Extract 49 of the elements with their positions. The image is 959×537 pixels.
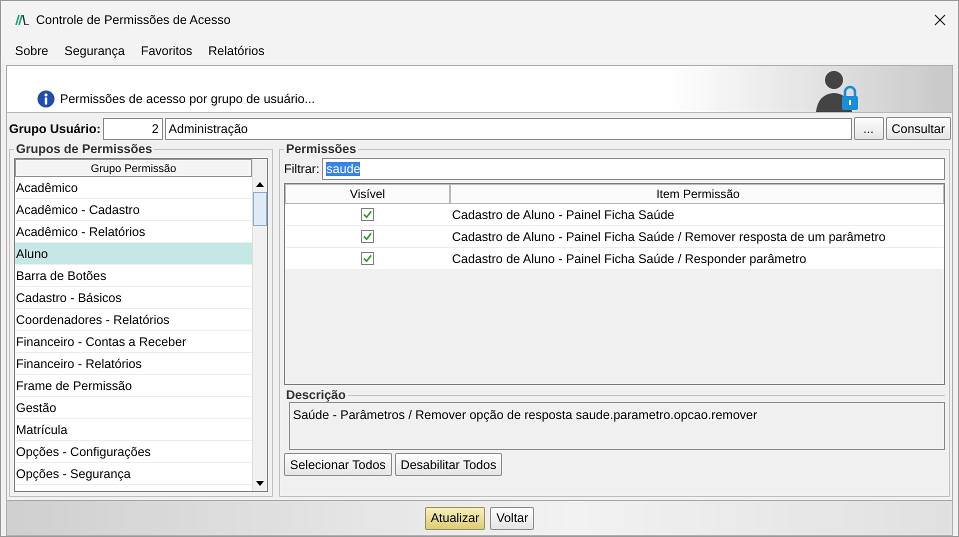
scroll-down-icon[interactable]: [256, 481, 264, 486]
panel-title: Permissões: [285, 142, 358, 156]
section-title: Descrição: [285, 388, 347, 402]
description-text: Saúde - Parâmetros / Remover opção de resposta saude.parametro.opcao.remover: [289, 402, 945, 450]
table-cell: Cadastro de Aluno - Painel Ficha Saúde: [450, 204, 944, 226]
table-cell: Cadastro de Aluno - Painel Ficha Saúde / Responder parâmetro: [450, 248, 944, 270]
group-code-field[interactable]: 2: [102, 118, 163, 140]
menu-item[interactable]: Segurança: [64, 44, 125, 58]
group-name-field[interactable]: Administração: [164, 118, 852, 140]
panel-title: Grupos de Permissões: [15, 142, 154, 156]
group-list-item[interactable]: Opções - Configurações: [15, 441, 252, 463]
group-list-item[interactable]: Matrícula: [15, 419, 252, 441]
group-list-item[interactable]: Aluno: [15, 243, 252, 265]
column-header[interactable]: Grupo Permissão: [15, 159, 252, 177]
browse-button[interactable]: ...: [854, 117, 884, 140]
header-message: Permissões de acesso por grupo de usuário...: [60, 92, 315, 106]
action-button[interactable]: Desabilitar Todos: [394, 453, 502, 476]
scroll-up-icon[interactable]: [256, 182, 264, 187]
group-list-item[interactable]: Acadêmico: [15, 177, 252, 199]
group-list-item[interactable]: Barra de Botões: [15, 265, 252, 287]
app-logo-icon: [15, 15, 29, 25]
group-list-item[interactable]: Coordenadores - Relatórios: [15, 309, 252, 331]
group-list-item[interactable]: Gestão: [15, 397, 252, 419]
column-header[interactable]: Visível: [285, 184, 450, 204]
group-list-item[interactable]: Cadastro - Básicos: [15, 287, 252, 309]
checkbox[interactable]: [361, 208, 374, 221]
action-button[interactable]: Selecionar Todos: [284, 453, 392, 476]
menu-item[interactable]: Sobre: [15, 44, 48, 58]
close-icon[interactable]: [934, 14, 946, 26]
group-list-item[interactable]: Financeiro - Contas a Receber: [15, 331, 252, 353]
column-header[interactable]: Item Permissão: [450, 184, 944, 204]
group-list-item[interactable]: Acadêmico - Cadastro: [15, 199, 252, 221]
group-list-item[interactable]: Frame de Permissão: [15, 375, 252, 397]
filter-field[interactable]: saude: [322, 158, 945, 180]
menu-item[interactable]: Relatórios: [208, 44, 265, 58]
update-button[interactable]: Atualizar: [424, 506, 486, 530]
table-cell: Cadastro de Aluno - Painel Ficha Saúde / Remover resposta de um parâmetro: [450, 226, 944, 248]
back-button[interactable]: Voltar: [490, 506, 534, 530]
scrollbar-thumb[interactable]: [253, 192, 267, 226]
info-icon: [37, 90, 55, 108]
search-button[interactable]: Consultar: [886, 117, 951, 140]
window-title: Controle de Permissões de Acesso: [36, 13, 232, 27]
group-list-item[interactable]: Financeiro - Relatórios: [15, 353, 252, 375]
menu-item[interactable]: Favoritos: [140, 44, 192, 58]
checkbox[interactable]: [361, 230, 374, 243]
checkbox[interactable]: [361, 252, 374, 265]
field-label: Grupo Usuário:: [9, 122, 101, 136]
field-label: Filtrar:: [284, 162, 320, 176]
group-list-item[interactable]: Opções - Segurança: [15, 463, 252, 485]
